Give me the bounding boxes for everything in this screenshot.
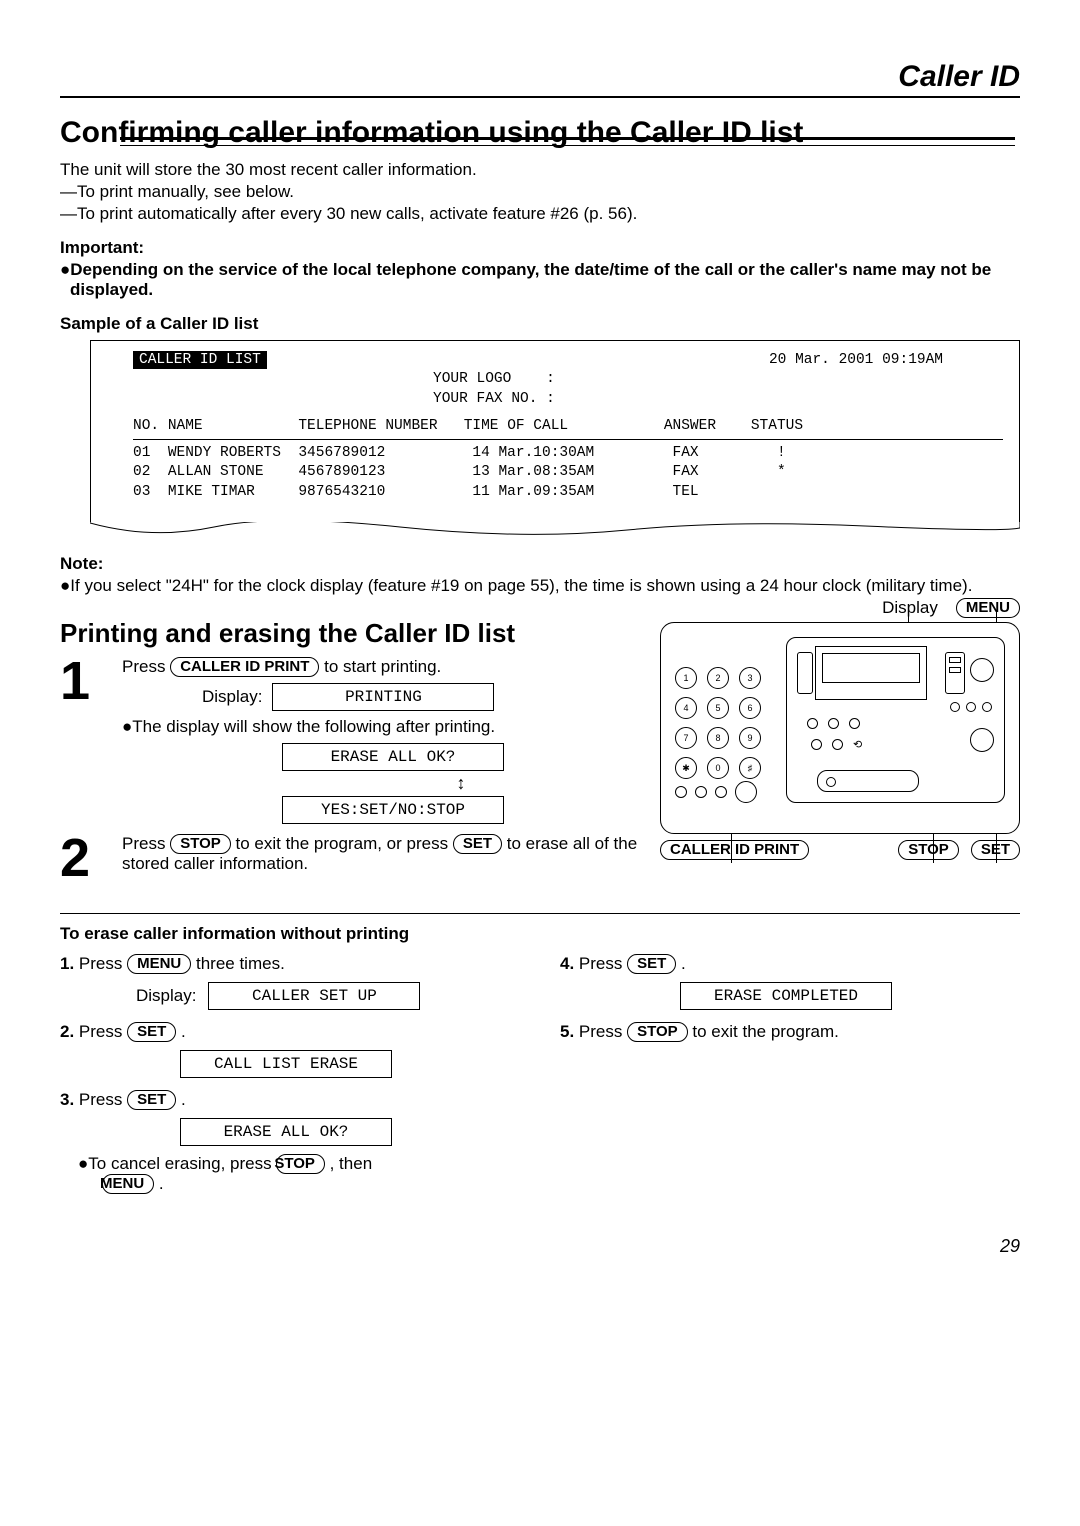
display-label-2: Display: [136,986,196,1006]
stop-key-label: STOP [898,840,959,860]
leader-line [933,833,934,863]
subheading: Printing and erasing the Caller ID list [60,618,640,649]
note-body: ●If you select "24H" for the clock displ… [60,576,1020,596]
stop-key: STOP [170,834,231,854]
step-2: 2 Press STOP to exit the program, or pre… [60,834,640,883]
cancel-text-3: . [154,1174,163,1193]
device-diagram: Display MENU 123 456 789 ✱0♯ [660,598,1020,893]
intro-line-1: The unit will store the 30 most recent c… [60,160,1020,180]
keypad-icon: 123 456 789 ✱0♯ [675,667,771,763]
sample-row-3: 03 MIKE TIMAR 9876543210 11 Mar.09:35AM … [133,483,1003,503]
sample-fax-label: YOUR FAX NO. : [433,390,1003,410]
erase-heading: To erase caller information without prin… [60,924,1020,944]
header-rule [60,96,1020,98]
set-key-3: SET [127,1090,176,1110]
intro-line-2: —To print manually, see below. [60,182,1020,202]
erase-step-4: 4. Press SET . ERASE COMPLETED [560,954,1020,1010]
leader-line [908,611,909,623]
set-key: SET [453,834,502,854]
sample-datetime: 20 Mar. 2001 09:19AM [769,351,1003,371]
lcd-caller-set-up: CALLER SET UP [208,982,420,1010]
section-header: Caller ID [60,60,1020,94]
step-1: 1 Press CALLER ID PRINT to start printin… [60,657,640,824]
leader-line [996,833,997,863]
stop-key-3: STOP [627,1022,688,1042]
updown-arrow-icon: ↕ [282,773,640,794]
cancel-text-2: , then [325,1154,372,1173]
lcd-erase-all-ok: ERASE ALL OK? [282,743,504,771]
step-number-2: 2 [60,834,100,883]
lcd-yes-set-no-stop: YES:SET/NO:STOP [282,796,504,824]
erase-step-3: 3. Press SET . ERASE ALL OK? ●To cancel … [60,1090,520,1194]
important-heading: Important: [60,238,1020,258]
title-text: Confirming caller information using the … [60,116,803,151]
button-icon [970,658,994,682]
set-key-4: SET [627,954,676,974]
cancel-text-1: ●To cancel erasing, press [78,1154,276,1173]
control-panel-icon: ⟲ [786,637,1005,803]
button-icon [970,728,994,752]
lcd-call-list-erase: CALL LIST ERASE [180,1050,392,1078]
leader-line [731,833,732,863]
small-buttons-icon [675,781,757,803]
sample-row-2: 02 ALLAN STONE 4567890123 13 Mar.08:35AM… [133,463,1003,483]
sample-heading: Sample of a Caller ID list [60,314,1020,334]
note-heading: Note: [60,554,1020,574]
erase-step-5: 5. Press STOP to exit the program. [560,1022,1020,1042]
step1-press: Press [122,657,170,676]
menu-key: MENU [956,598,1020,618]
sample-printout: CALLER ID LIST 20 Mar. 2001 09:19AM YOUR… [90,340,1020,541]
sample-logo-label: YOUR LOGO : [433,370,1003,390]
step1-after: to start printing. [324,657,441,676]
section-divider [60,913,1020,914]
step2-t2: to exit the program, or press [236,834,453,853]
lcd-printing: PRINTING [272,683,494,711]
erase-step-2: 2. Press SET . CALL LIST ERASE [60,1022,520,1078]
handle-icon [817,770,919,792]
caller-id-print-key: CALLER ID PRINT [170,657,319,677]
step2-t1: Press [122,834,170,853]
menu-key-2: MENU [127,954,191,974]
display-label: Display [882,598,938,618]
lcd-erase-completed: ERASE COMPLETED [680,982,892,1010]
set-key-2: SET [127,1022,176,1042]
step1-line2: ●The display will show the following aft… [122,717,640,737]
display-label-1: Display: [202,687,262,707]
important-body: ●Depending on the service of the local t… [60,260,1020,300]
stop-key-2: STOP [276,1154,325,1174]
display-screen-icon [815,646,927,700]
leader-line [996,611,997,623]
erase-step-1: 1. Press MENU three times. Display: CALL… [60,954,520,1010]
lcd-erase-all-ok-2: ERASE ALL OK? [180,1118,392,1146]
menu-key-3: MENU [102,1174,154,1194]
intro-line-3: —To print automatically after every 30 n… [60,204,1020,224]
caller-id-print-key-label: CALLER ID PRINT [660,840,809,860]
sample-row-1: 01 WENDY ROBERTS 3456789012 14 Mar.10:30… [133,444,1003,464]
sample-title: CALLER ID LIST [133,351,267,369]
page-number: 29 [60,1236,1020,1257]
sample-columns: NO. NAME TELEPHONE NUMBER TIME OF CALL A… [133,417,1003,437]
step-number-1: 1 [60,657,100,706]
